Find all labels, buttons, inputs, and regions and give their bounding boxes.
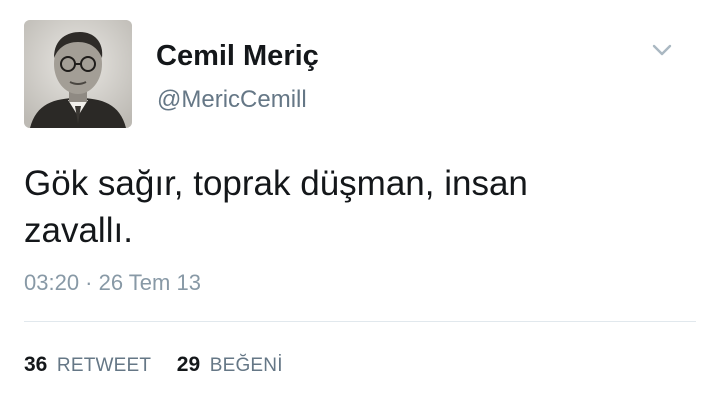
likes-stat[interactable]: 29 BEĞENİ (177, 353, 283, 377)
avatar[interactable] (24, 20, 132, 128)
tweet-stats: 36 RETWEET 29 BEĞENİ (24, 353, 303, 377)
tweet-card: Cemil Meriç @MericCemill Gök sağır, topr… (0, 0, 720, 407)
retweets-stat[interactable]: 36 RETWEET (24, 353, 151, 377)
display-name[interactable]: Cemil Meriç (156, 40, 319, 73)
retweets-label: RETWEET (56, 355, 152, 376)
likes-label: BEĞENİ (209, 355, 283, 376)
tweet-text: Gök sağır, toprak düşman, insan zavallı. (24, 164, 528, 250)
user-handle[interactable]: @MericCemill (157, 86, 307, 114)
divider (24, 321, 696, 322)
likes-count: 29 (176, 353, 201, 376)
chevron-down-icon[interactable] (650, 40, 674, 60)
retweets-count: 36 (24, 353, 48, 376)
avatar-portrait-image (24, 20, 132, 128)
tweet-timestamp[interactable]: 03:20 · 26 Tem 13 (24, 270, 201, 296)
